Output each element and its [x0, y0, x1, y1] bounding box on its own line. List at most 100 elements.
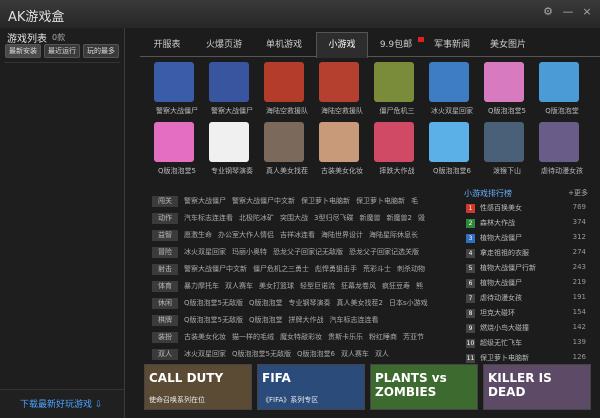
category-link[interactable]: 双人	[375, 350, 389, 358]
category-link[interactable]: 轻型巨诺流	[300, 282, 335, 290]
rank-name[interactable]: 森林大作战	[480, 218, 515, 228]
ranking-more-link[interactable]: +更多	[568, 188, 588, 198]
download-link-label[interactable]: 下载最新好玩游戏 ⇩	[20, 397, 102, 410]
game-label[interactable]: 冰火双星回家	[424, 106, 480, 116]
category-link[interactable]: 吉祥冰连看	[280, 231, 315, 239]
game-thumb-icon[interactable]	[209, 62, 249, 102]
ranking-item[interactable]: 9 燃烧小鸟大碰撞 142	[464, 322, 588, 336]
game-label[interactable]: Q版泡泡堂5	[149, 166, 205, 176]
category-link[interactable]: 北极陀冰矿	[239, 214, 274, 222]
game-label[interactable]: 虐待动漫女孩	[534, 166, 590, 176]
category-link[interactable]: 保卫萝卜电脑新	[301, 197, 350, 205]
category-link[interactable]: 彪悍勇狙击手	[315, 265, 357, 273]
game-label[interactable]: 警察大战僵尸	[204, 106, 260, 116]
rank-name[interactable]: 植物大战僵尸行新	[480, 263, 536, 273]
ranking-item[interactable]: 4 拿走祖祖的衣服 274	[464, 247, 588, 261]
game-label[interactable]: 泼猴下山	[479, 166, 535, 176]
sidebar-tab-most-played[interactable]: 玩的最多	[83, 44, 119, 58]
rank-name[interactable]: 燃烧小鸟大碰撞	[480, 323, 529, 333]
category-link[interactable]: 荒彩斗士	[363, 265, 391, 273]
category-link[interactable]: Q版泡泡堂5无敌版	[184, 299, 243, 307]
category-link[interactable]: 恐龙父子回家记选关版	[349, 248, 419, 256]
game-thumb-icon[interactable]	[484, 62, 524, 102]
close-button[interactable]: ×	[581, 6, 593, 18]
ranking-item[interactable]: 3 植物大战僵尸 312	[464, 232, 588, 246]
category-badge[interactable]: 装扮	[152, 332, 178, 343]
game-label[interactable]: 僵尸危机三	[369, 106, 425, 116]
ranking-item[interactable]: 8 坦克大碰环 154	[464, 307, 588, 321]
ranking-item[interactable]: 2 森林大作战 374	[464, 217, 588, 231]
game-label[interactable]: 摔跌大作战	[369, 166, 425, 176]
banner-fifa[interactable]: FIFA 《FIFA》系列专区	[257, 364, 365, 410]
category-badge[interactable]: 闯关	[152, 196, 178, 207]
rank-name[interactable]: 坦克大碰环	[480, 308, 515, 318]
category-link[interactable]: 愿激生命	[184, 231, 212, 239]
category-link[interactable]: 贵斯卡乐乐	[328, 333, 363, 341]
category-link[interactable]: 粉红睡商	[369, 333, 397, 341]
category-link[interactable]: 真人美女找茬2	[336, 299, 382, 307]
category-link[interactable]: 猫一样的毛绒	[232, 333, 274, 341]
category-link[interactable]: 僵尸危机之三勇士	[253, 265, 309, 273]
category-link[interactable]: 3型归尽飞碟	[314, 214, 353, 222]
gear-icon[interactable]: ⚙	[542, 6, 554, 18]
category-badge[interactable]: 益智	[152, 230, 178, 241]
category-link[interactable]: 汽车标志连连看	[184, 214, 233, 222]
category-link[interactable]: 芳亚节	[403, 333, 424, 341]
category-link[interactable]: 办公室大作人情侣	[218, 231, 274, 239]
category-link[interactable]: 警察大战僵尸中文新	[232, 197, 295, 205]
category-badge[interactable]: 冒险	[152, 247, 178, 258]
category-link[interactable]: 海陆星际休息长	[369, 231, 418, 239]
category-link[interactable]: 古装美女化妆	[184, 333, 226, 341]
rank-name[interactable]: 植物大战僵尸	[480, 278, 522, 288]
rank-name[interactable]: 保卫萝卜电脑新	[480, 353, 529, 363]
category-link[interactable]: 刺杀动物	[397, 265, 425, 273]
category-link[interactable]: 熊	[416, 282, 423, 290]
rank-name[interactable]: 植物大战僵尸	[480, 233, 522, 243]
ranking-item[interactable]: 7 虐待动漫女孩 191	[464, 292, 588, 306]
category-link[interactable]: Q版泡泡堂5无敌版	[232, 350, 291, 358]
game-label[interactable]: Q版泡泡堂6	[424, 166, 480, 176]
banner-killer-is-dead[interactable]: KILLER IS DEAD	[483, 364, 591, 410]
ranking-item[interactable]: 1 性感百换美女 769	[464, 202, 588, 216]
game-thumb-icon[interactable]	[374, 122, 414, 162]
game-thumb-icon[interactable]	[539, 62, 579, 102]
category-link[interactable]: 新魔兽2	[386, 214, 411, 222]
tab-server-list[interactable]: 开服表	[148, 34, 186, 56]
category-badge[interactable]: 动作	[152, 213, 178, 224]
category-link[interactable]: 疯狂豆寿	[382, 282, 410, 290]
game-label[interactable]: 古装美女化妆	[314, 166, 370, 176]
category-link[interactable]: Q版泡泡堂	[249, 299, 283, 307]
rank-name[interactable]: 超级无忙飞车	[480, 338, 522, 348]
category-link[interactable]: Q版泡泡堂5无敌版	[184, 316, 243, 324]
category-badge[interactable]: 棋牌	[152, 315, 178, 326]
category-link[interactable]: 冰火双星回家	[184, 248, 226, 256]
category-link[interactable]: 玛丽小奥特	[232, 248, 267, 256]
banner-plants-zombies[interactable]: PLANTS vs ZOMBIES	[370, 364, 478, 410]
game-thumb-icon[interactable]	[539, 122, 579, 162]
game-thumb-icon[interactable]	[319, 62, 359, 102]
category-badge[interactable]: 双人	[152, 349, 178, 360]
category-link[interactable]: 专业钢琴演奏	[288, 299, 330, 307]
game-thumb-icon[interactable]	[429, 122, 469, 162]
category-link[interactable]: 拼牌大作战	[288, 316, 323, 324]
category-link[interactable]: 保卫萝卜电脑新	[356, 197, 405, 205]
tab-military-news[interactable]: 军事新闻	[428, 34, 476, 56]
category-link[interactable]: 毛	[411, 197, 418, 205]
game-thumb-icon[interactable]	[209, 122, 249, 162]
tab-pc-games[interactable]: 单机游戏	[258, 34, 310, 56]
game-thumb-icon[interactable]	[154, 62, 194, 102]
category-link[interactable]: 海陆世界设计	[321, 231, 363, 239]
tab-mini-games[interactable]: 小游戏	[316, 32, 368, 58]
ranking-item[interactable]: 5 植物大战僵尸行新 243	[464, 262, 588, 276]
rank-name[interactable]: 虐待动漫女孩	[480, 293, 522, 303]
category-link[interactable]: 双人赛车	[225, 282, 253, 290]
game-label[interactable]: Q版泡泡堂5	[479, 106, 535, 116]
category-link[interactable]: 美女打篮球	[259, 282, 294, 290]
ranking-item[interactable]: 10 超级无忙飞车 139	[464, 337, 588, 351]
category-badge[interactable]: 射击	[152, 264, 178, 275]
tab-beauty-pics[interactable]: 美女图片	[484, 34, 532, 56]
category-link[interactable]: 恐龙父子回家记无敌版	[273, 248, 343, 256]
game-label[interactable]: 海陆空救援队	[259, 106, 315, 116]
game-thumb-icon[interactable]	[264, 122, 304, 162]
game-label[interactable]: 海陆空救援队	[314, 106, 370, 116]
